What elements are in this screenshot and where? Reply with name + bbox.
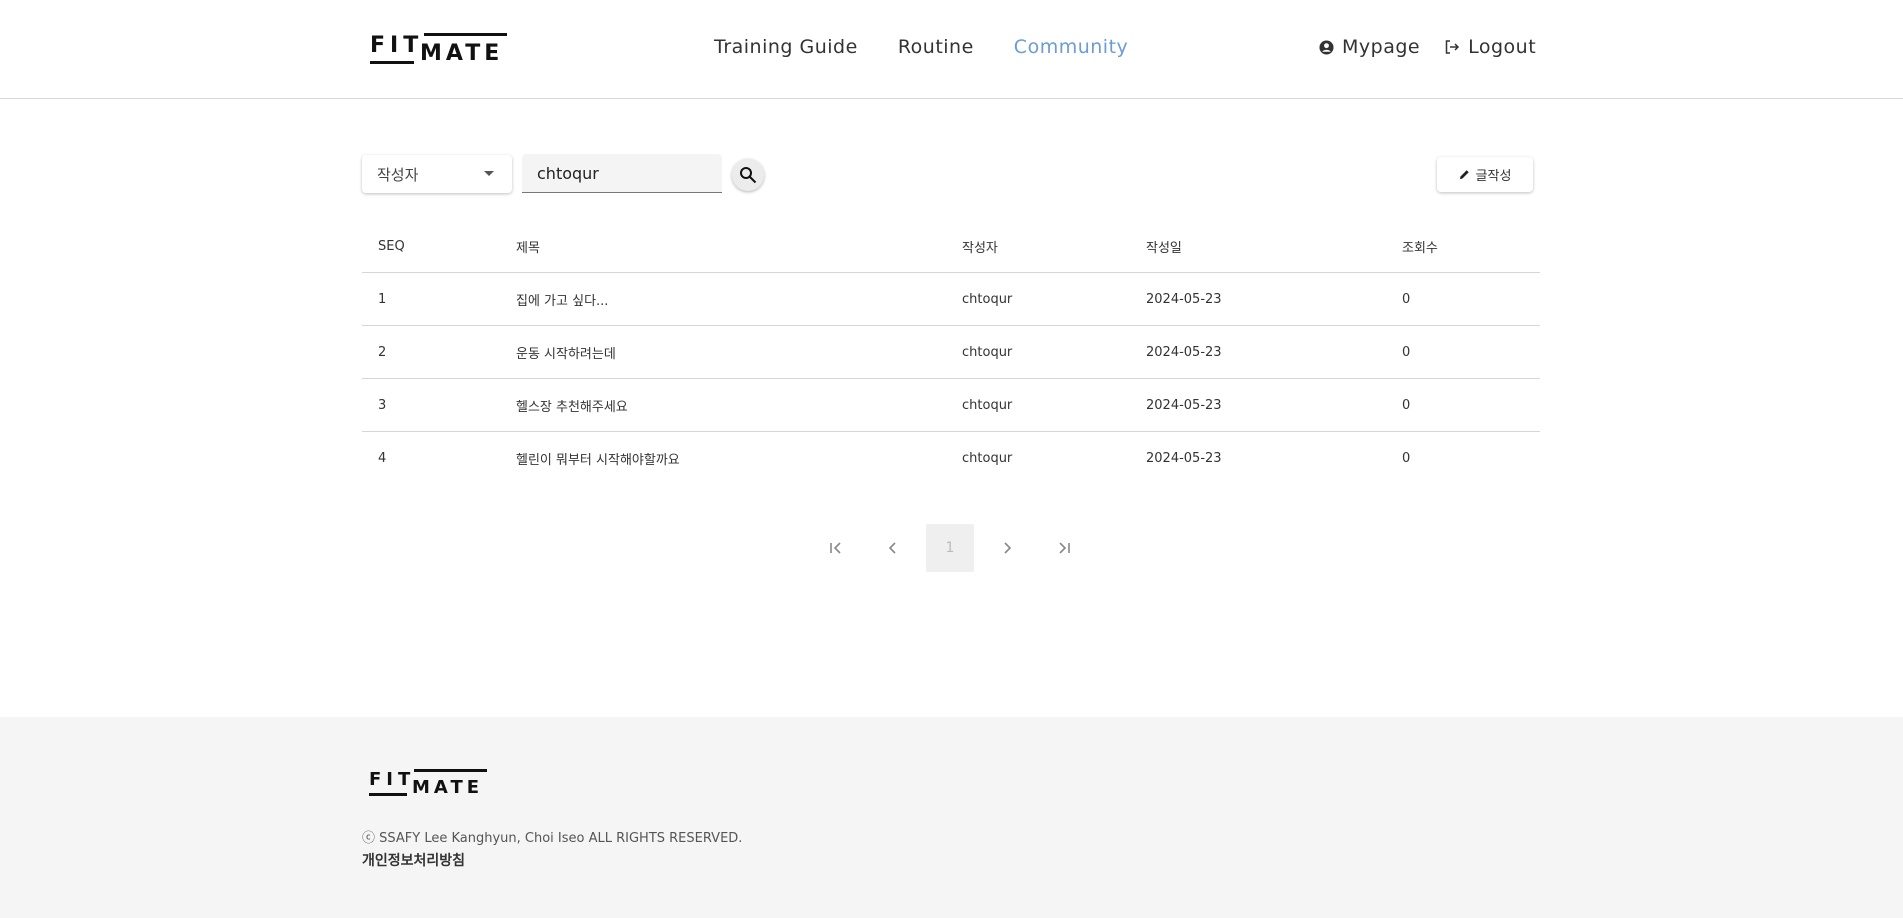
fitmate-logo[interactable]: FIT MATE xyxy=(370,33,510,67)
first-page-button[interactable] xyxy=(812,524,860,572)
main-nav: Training Guide Routine Community xyxy=(714,36,1128,58)
chevron-down-icon xyxy=(484,171,494,176)
site-header: FIT MATE Training Guide Routine Communit… xyxy=(0,0,1903,99)
mypage-link[interactable]: Mypage xyxy=(1319,36,1420,58)
cell-seq: 1 xyxy=(378,291,387,307)
footer-logo-under-bar xyxy=(369,793,407,796)
footer-logo-fit-text: FIT xyxy=(369,769,416,790)
nav-routine[interactable]: Routine xyxy=(898,36,974,58)
logout-label: Logout xyxy=(1468,36,1537,58)
cell-title[interactable]: 헬린이 뭐부터 시작해야할까요 xyxy=(500,449,946,468)
table-header-row: SEQ 제목 작성자 작성일 조회수 xyxy=(362,220,1540,273)
cell-views: 0 xyxy=(1402,397,1411,413)
column-header-title[interactable]: 제목 xyxy=(500,237,946,256)
prev-page-button[interactable] xyxy=(869,524,917,572)
search-field[interactable] xyxy=(522,154,722,193)
cell-author: chtoqur xyxy=(962,397,1013,413)
last-page-button[interactable] xyxy=(1040,524,1088,572)
nav-community[interactable]: Community xyxy=(1014,36,1128,58)
chevron-right-icon xyxy=(999,540,1015,556)
column-header-date[interactable]: 작성일 xyxy=(1130,237,1386,256)
copyright-text: ⓒ SSAFY Lee Kanghyun, Choi Iseo ALL RIGH… xyxy=(362,831,743,846)
search-filter-value: 작성자 xyxy=(377,165,419,184)
logout-link[interactable]: Logout xyxy=(1444,36,1536,58)
pencil-icon xyxy=(1459,169,1470,180)
cell-title[interactable]: 헬스장 추천해주세요 xyxy=(500,396,946,415)
cell-author: chtoqur xyxy=(962,291,1013,307)
nav-training-guide[interactable]: Training Guide xyxy=(714,36,858,58)
cell-title[interactable]: 운동 시작하려는데 xyxy=(500,343,946,362)
cell-views: 0 xyxy=(1402,344,1411,360)
column-header-author[interactable]: 작성자 xyxy=(946,237,1130,256)
cell-date: 2024-05-23 xyxy=(1146,450,1222,466)
table-row[interactable]: 4 헬린이 뭐부터 시작해야할까요 chtoqur 2024-05-23 0 xyxy=(362,432,1540,484)
cell-seq: 3 xyxy=(378,397,387,413)
cell-views: 0 xyxy=(1402,291,1411,307)
table-row[interactable]: 2 운동 시작하려는데 chtoqur 2024-05-23 0 xyxy=(362,326,1540,379)
cell-date: 2024-05-23 xyxy=(1146,344,1222,360)
cell-date: 2024-05-23 xyxy=(1146,291,1222,307)
next-page-button[interactable] xyxy=(983,524,1031,572)
site-footer: FIT MATE ⓒ SSAFY Lee Kanghyun, Choi Iseo… xyxy=(0,717,1903,918)
pagination: 1 xyxy=(812,524,1088,572)
footer-logo-mate-text: MATE xyxy=(412,777,484,798)
table-row[interactable]: 3 헬스장 추천해주세요 chtoqur 2024-05-23 0 xyxy=(362,379,1540,432)
column-header-views[interactable]: 조회수 xyxy=(1386,237,1540,256)
search-button[interactable] xyxy=(732,159,764,191)
cell-author: chtoqur xyxy=(962,450,1013,466)
privacy-policy-link[interactable]: 개인정보처리방침 xyxy=(362,850,465,870)
column-header-seq[interactable]: SEQ xyxy=(362,239,500,254)
logo-fit-text: FIT xyxy=(370,33,424,58)
last-page-icon xyxy=(1056,540,1072,556)
write-post-label: 글작성 xyxy=(1475,169,1512,184)
cell-date: 2024-05-23 xyxy=(1146,397,1222,413)
logo-top-bar xyxy=(424,33,507,36)
cell-author: chtoqur xyxy=(962,344,1013,360)
search-filter-select[interactable]: 작성자 xyxy=(362,155,512,193)
search-icon xyxy=(739,166,757,184)
logo-mate-text: MATE xyxy=(420,41,504,66)
page-number-button[interactable]: 1 xyxy=(926,524,974,572)
footer-logo: FIT MATE xyxy=(369,769,489,799)
user-links: Mypage Logout xyxy=(1319,36,1536,58)
user-circle-icon xyxy=(1319,39,1334,55)
write-post-button[interactable]: 글작성 xyxy=(1437,157,1533,192)
mypage-label: Mypage xyxy=(1342,36,1421,58)
cell-seq: 2 xyxy=(378,344,387,360)
logo-under-bar xyxy=(370,61,414,64)
logout-icon xyxy=(1444,39,1460,55)
post-table: SEQ 제목 작성자 작성일 조회수 1 집에 가고 싶다... chtoqur… xyxy=(362,220,1540,484)
table-row[interactable]: 1 집에 가고 싶다... chtoqur 2024-05-23 0 xyxy=(362,273,1540,326)
cell-views: 0 xyxy=(1402,450,1411,466)
footer-logo-top-bar xyxy=(414,769,487,772)
cell-seq: 4 xyxy=(378,450,387,466)
search-input[interactable] xyxy=(522,154,722,192)
cell-title[interactable]: 집에 가고 싶다... xyxy=(500,290,946,309)
chevron-left-icon xyxy=(885,540,901,556)
first-page-icon xyxy=(828,540,844,556)
